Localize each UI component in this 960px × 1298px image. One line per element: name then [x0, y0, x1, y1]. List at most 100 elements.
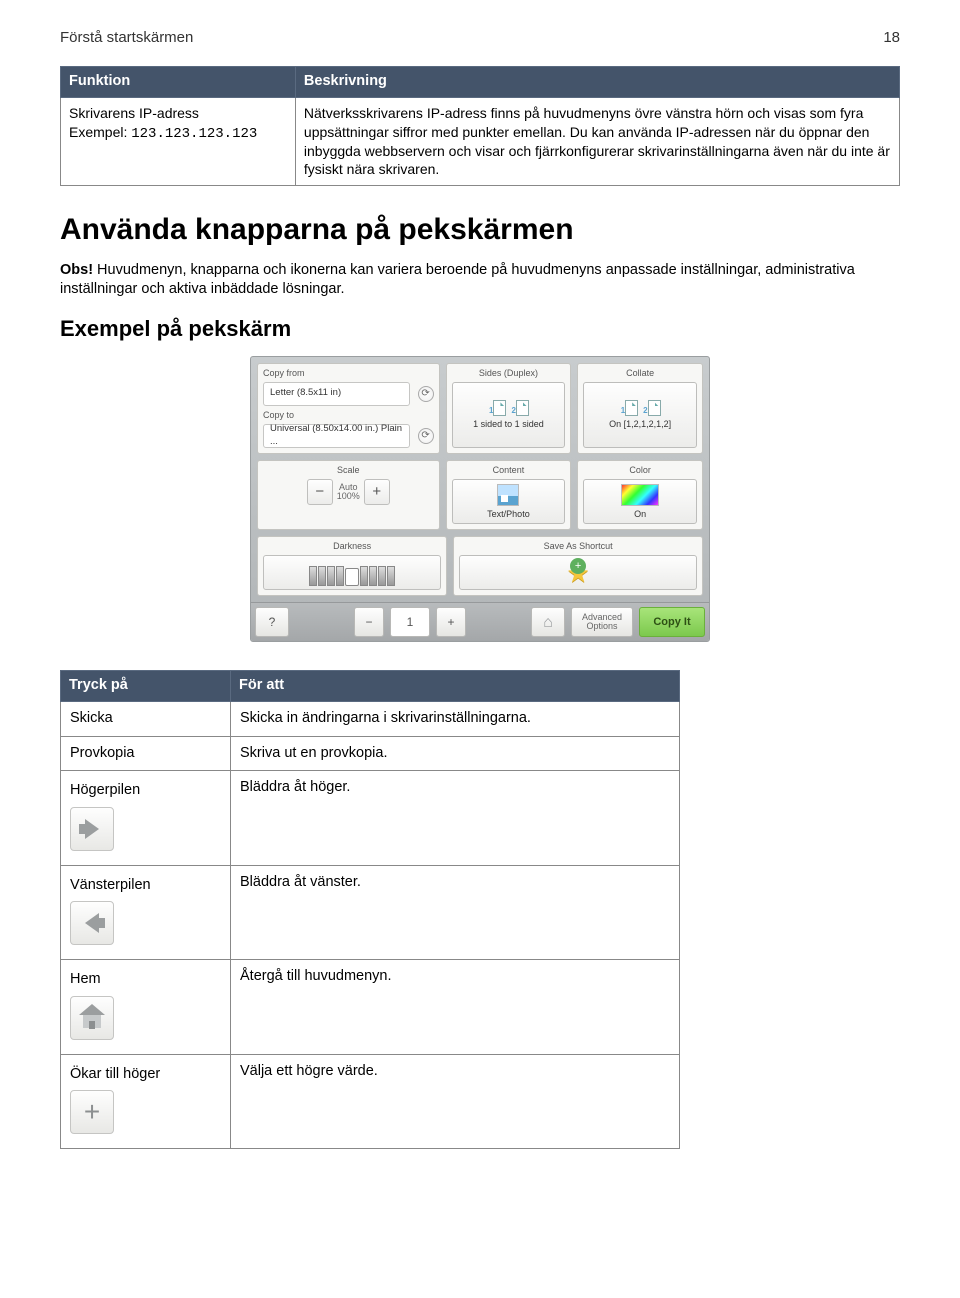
color-value: On [634, 508, 646, 520]
page-number: 18 [883, 28, 900, 48]
gradient-icon [621, 484, 659, 506]
copy-to-value: Universal (8.50x14.00 in.) Plain ... [270, 423, 403, 449]
table-row: Ökar till höger + Välja ett högre värde. [61, 1054, 680, 1149]
copy-it-button[interactable]: Copy It [639, 607, 705, 637]
slider-handle-icon [345, 568, 359, 586]
content-button[interactable]: Text/Photo [452, 479, 566, 524]
copies-plus-button[interactable]: + [436, 607, 466, 637]
arrow-left-icon [85, 913, 99, 933]
ip-example-value: 123.123.123.123 [131, 126, 257, 142]
touchscreen-mock: Copy from Letter (8.5x11 in) ⟳ Copy to U… [250, 356, 710, 643]
star-plus-icon: ★+ [566, 560, 589, 586]
function-table: Funktion Beskrivning Skrivarens IP-adres… [60, 66, 900, 186]
touchscreen-figure: Copy from Letter (8.5x11 in) ⟳ Copy to U… [60, 356, 900, 643]
th-foratt: För att [231, 671, 680, 702]
sides-value: 1 sided to 1 sided [473, 418, 544, 430]
ip-example-label: Exempel: [69, 124, 131, 140]
collate-group: Collate 1 2 On [1,2,1,2,1,2] [577, 363, 703, 454]
collate-label: Collate [583, 367, 697, 379]
shortcut-group: Save As Shortcut ★+ [453, 536, 703, 596]
note-paragraph: Obs! Huvudmenyn, knapparna och ikonerna … [60, 261, 900, 300]
arrow-right-icon [85, 819, 99, 839]
table-row: Provkopia Skriva ut en provkopia. [61, 736, 680, 771]
action-name: Hem [70, 970, 221, 990]
plus-icon: + [84, 1098, 100, 1126]
right-arrow-button[interactable] [70, 807, 114, 851]
darkness-group: Darkness [257, 536, 447, 596]
scale-pct: 100% [337, 492, 360, 501]
action-desc: Välja ett högre värde. [231, 1054, 680, 1149]
th-tryck: Tryck på [61, 671, 231, 702]
cycle-icon[interactable]: ⟳ [418, 428, 434, 444]
action-name: Vänsterpilen [70, 876, 221, 896]
copy-from-label: Copy from [263, 367, 434, 379]
sides-group: Sides (Duplex) 1 2 1 sided to 1 sided [446, 363, 572, 454]
actions-table: Tryck på För att Skicka Skicka in ändrin… [60, 670, 680, 1149]
touchscreen-footer: ? − 1 + ⌂ Advanced Options Copy It [251, 602, 709, 641]
home-icon: ⌂ [543, 612, 553, 634]
photo-icon [497, 484, 519, 506]
left-arrow-button[interactable] [70, 901, 114, 945]
th-beskrivning: Beskrivning [295, 67, 899, 98]
cell-ip-desc: Nätverksskrivarens IP-adress finns på hu… [295, 97, 899, 186]
subsection-heading: Exempel på pekskärm [60, 314, 900, 344]
home-button[interactable] [70, 996, 114, 1040]
copies-minus-button[interactable]: − [354, 607, 384, 637]
content-value: Text/Photo [487, 508, 530, 520]
advanced-options-label: Advanced Options [582, 613, 622, 631]
ip-example: Exempel: 123.123.123.123 [69, 123, 287, 144]
sides-button[interactable]: 1 2 1 sided to 1 sided [452, 382, 566, 448]
scale-group: Scale − Auto 100% + [257, 460, 440, 530]
ip-title: Skrivarens IP-adress [69, 104, 287, 123]
help-button[interactable]: ? [255, 607, 289, 637]
page-header-title: Förstå startskärmen [60, 28, 193, 48]
scale-label: Scale [337, 464, 360, 476]
content-label: Content [452, 464, 566, 476]
home-button[interactable]: ⌂ [531, 607, 565, 637]
copy-from-field[interactable]: Letter (8.5x11 in) [263, 382, 410, 406]
action-cell: Högerpilen [61, 771, 231, 866]
minus-button[interactable]: − [307, 479, 333, 505]
section-heading: Använda knapparna på pekskärmen [60, 210, 900, 251]
color-button[interactable]: On [583, 479, 697, 524]
table-row: Skicka Skicka in ändringarna i skrivarin… [61, 701, 680, 736]
table-row: Hem Återgå till huvudmenyn. [61, 960, 680, 1055]
content-group: Content Text/Photo [446, 460, 572, 530]
action-desc: Bläddra åt höger. [231, 771, 680, 866]
copy-from-group: Copy from Letter (8.5x11 in) ⟳ Copy to U… [257, 363, 440, 454]
shortcut-label: Save As Shortcut [459, 540, 697, 552]
pages-icon: 1 2 [620, 400, 661, 416]
darkness-slider[interactable] [263, 555, 441, 590]
copy-from-value: Letter (8.5x11 in) [270, 387, 341, 400]
collate-value: On [1,2,1,2,1,2] [609, 418, 671, 430]
action-name: Provkopia [61, 736, 231, 771]
action-cell: Vänsterpilen [61, 865, 231, 960]
collate-button[interactable]: 1 2 On [1,2,1,2,1,2] [583, 382, 697, 448]
scale-value: Auto 100% [337, 483, 360, 501]
note-text: Huvudmenyn, knapparna och ikonerna kan v… [60, 262, 855, 298]
action-cell: Hem [61, 960, 231, 1055]
copy-to-label: Copy to [263, 409, 434, 421]
color-group: Color On [577, 460, 703, 530]
action-name: Högerpilen [70, 781, 221, 801]
th-funktion: Funktion [61, 67, 296, 98]
action-desc: Skicka in ändringarna i skrivarinställni… [231, 701, 680, 736]
increase-button[interactable]: + [70, 1090, 114, 1134]
action-cell: Ökar till höger + [61, 1054, 231, 1149]
page-header: Förstå startskärmen 18 [60, 28, 900, 48]
help-icon: ? [269, 614, 276, 630]
darkness-label: Darkness [263, 540, 441, 552]
scale-stepper: − Auto 100% + [307, 479, 390, 505]
action-desc: Återgå till huvudmenyn. [231, 960, 680, 1055]
table-row: Högerpilen Bläddra åt höger. [61, 771, 680, 866]
copy-to-field[interactable]: Universal (8.50x14.00 in.) Plain ... [263, 424, 410, 448]
cell-ip-function: Skrivarens IP-adress Exempel: 123.123.12… [61, 97, 296, 186]
shortcut-button[interactable]: ★+ [459, 555, 697, 590]
cycle-icon[interactable]: ⟳ [418, 386, 434, 402]
plus-button[interactable]: + [364, 479, 390, 505]
home-icon [79, 1007, 105, 1029]
color-label: Color [583, 464, 697, 476]
advanced-options-button[interactable]: Advanced Options [571, 607, 633, 637]
action-name: Skicka [61, 701, 231, 736]
action-desc: Skriva ut en provkopia. [231, 736, 680, 771]
